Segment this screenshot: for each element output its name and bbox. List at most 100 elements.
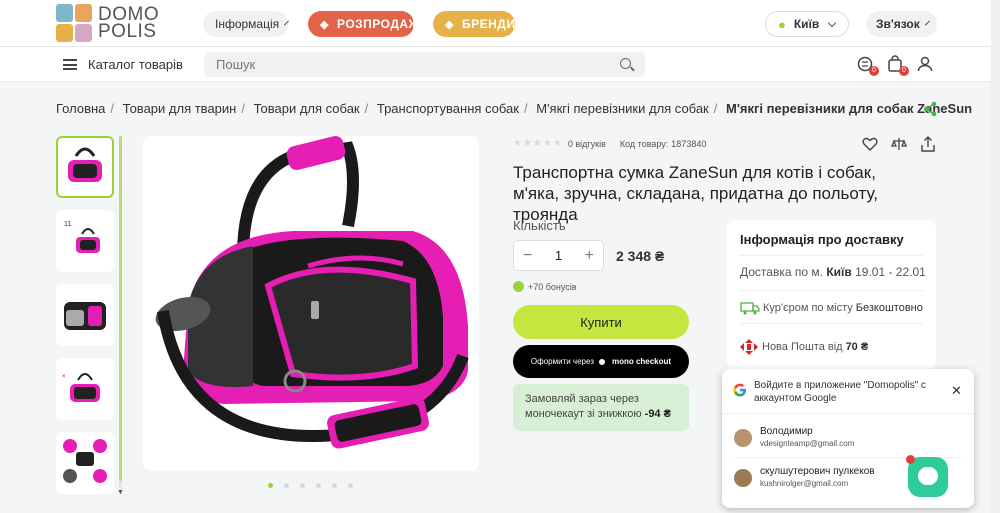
google-popup-text: Войдите в приложение "Domopolis" с аккау… xyxy=(754,380,926,404)
chevron-down-icon xyxy=(924,20,930,25)
nova-poshta-row: Нова Пошта від 70 ₴ xyxy=(740,339,868,355)
promo-text: Замовляй зараз через моночекаут зі знижк… xyxy=(525,393,642,420)
divider xyxy=(740,255,923,256)
thumbnail[interactable] xyxy=(56,284,114,346)
chevron-down-icon xyxy=(828,18,837,27)
avatar xyxy=(734,469,752,487)
divider xyxy=(740,290,923,291)
google-account-item[interactable]: Володимир vdesignteamp@gmail.com xyxy=(722,420,974,458)
account-email: vdesignteamp@gmail.com xyxy=(760,439,855,448)
favorites-count-badge: 0 xyxy=(899,66,909,76)
avatar xyxy=(734,429,752,447)
promo-box: Замовляй зараз через моночекаут зі знижк… xyxy=(513,384,689,431)
top-header: DOMO POLIS Інформація ◈ РОЗПРОДАЖ ◈ БРЕН… xyxy=(0,0,1000,47)
thumbnail[interactable] xyxy=(56,136,114,198)
breadcrumb-home[interactable]: Головна xyxy=(56,101,105,116)
nova-poshta-value: 70 ₴ xyxy=(845,341,869,353)
delivery-city[interactable]: Київ xyxy=(826,265,851,279)
mono-label: mono checkout xyxy=(611,357,672,366)
breadcrumb: Головна / Товари для тварин / Товари для с… xyxy=(56,101,973,116)
thumbnail[interactable]: × xyxy=(56,358,114,420)
page-scrollbar[interactable] xyxy=(991,0,1000,513)
tag-icon: ◈ xyxy=(320,18,329,31)
delivery-city-prefix: Доставка по м. xyxy=(740,265,823,279)
plus-icon[interactable]: + xyxy=(585,247,594,265)
breadcrumb-soft-carriers[interactable]: М'якгі перевізники для собак xyxy=(536,101,709,116)
brands-button[interactable]: ◈ БРЕНДИ xyxy=(433,11,515,37)
bonus-row: +70 бонусів xyxy=(513,281,577,292)
delivery-dates: 19.01 - 22.01 xyxy=(855,265,926,279)
courier-label: Кур'єром по місту xyxy=(763,302,853,314)
mono-cat-icon xyxy=(598,358,605,365)
minus-icon[interactable]: − xyxy=(523,247,532,265)
courier-value: Безкоштовно xyxy=(855,302,923,314)
breadcrumb-pets[interactable]: Товари для тварин xyxy=(123,101,237,116)
compare-count-badge: 0 xyxy=(869,66,879,76)
logo-text: DOMO POLIS xyxy=(98,5,159,42)
compare-button[interactable]: 0 xyxy=(856,55,879,76)
thumbnail-scrollbar-thumb[interactable] xyxy=(119,136,122,481)
breadcrumb-dogs[interactable]: Товари для собак xyxy=(254,101,360,116)
delivery-title: Інформація про доставку xyxy=(740,232,904,247)
logo[interactable]: DOMO POLIS xyxy=(56,4,159,42)
rating-row: ★★★★★ 0 відгуків Код товару: 1873840 xyxy=(513,138,706,149)
contact-menu-button[interactable]: Зв'язок xyxy=(866,11,937,37)
chat-bubble-icon xyxy=(918,467,938,485)
gallery-dot[interactable] xyxy=(300,483,305,488)
account-button[interactable] xyxy=(916,55,936,75)
gallery-dot[interactable] xyxy=(268,483,273,488)
svg-text:11: 11 xyxy=(64,221,71,228)
user-icon xyxy=(917,56,933,72)
quantity-stepper[interactable]: − 1 + xyxy=(513,240,604,271)
account-name: скулшутерович пулкеков xyxy=(760,466,875,477)
delivery-dates-row: Доставка по м. Київ 19.01 - 22.01 xyxy=(740,265,926,279)
search-icon[interactable] xyxy=(620,58,631,69)
share-button[interactable] xyxy=(922,101,938,120)
notification-dot xyxy=(906,455,915,464)
nova-poshta-label: Нова Пошта xyxy=(762,341,825,353)
thumbnail[interactable]: 11 xyxy=(56,210,114,272)
nav-bar: Каталог товарів 0 0 xyxy=(0,47,1000,82)
product-price: 2 348 ₴ xyxy=(616,248,665,264)
chat-button[interactable] xyxy=(908,457,948,497)
city-selector[interactable]: ● Київ xyxy=(765,11,849,37)
logo-line2: POLIS xyxy=(98,21,157,42)
info-menu-label: Інформація xyxy=(215,17,280,31)
favorites-button[interactable]: 0 xyxy=(886,55,909,76)
quantity-value[interactable]: 1 xyxy=(555,248,562,263)
mono-checkout-button[interactable]: Оформити через mono checkout xyxy=(513,345,689,378)
google-icon xyxy=(733,383,746,397)
sale-button[interactable]: ◈ РОЗПРОДАЖ xyxy=(308,11,419,37)
search-input[interactable] xyxy=(204,52,645,77)
breadcrumb-dog-transport[interactable]: Транспортування собак xyxy=(377,101,519,116)
svg-text:×: × xyxy=(62,374,66,380)
quantity-label: Кількість xyxy=(513,218,566,233)
reviews-link[interactable]: 0 відгуків xyxy=(568,139,606,149)
compare-product-button[interactable] xyxy=(891,136,907,152)
gallery-dot[interactable] xyxy=(284,483,289,488)
upload-icon xyxy=(921,136,935,152)
catalog-link[interactable]: Каталог товарів xyxy=(88,57,183,72)
gallery-dot[interactable] xyxy=(348,483,353,488)
info-menu-button[interactable]: Інформація xyxy=(203,11,290,37)
sale-label: РОЗПРОДАЖ xyxy=(336,17,420,31)
thumbnail[interactable] xyxy=(56,432,114,494)
gallery-dot[interactable] xyxy=(332,483,337,488)
product-main-image[interactable] xyxy=(143,136,479,471)
logo-mark-icon xyxy=(56,4,92,42)
brands-label: БРЕНДИ xyxy=(461,17,516,31)
scroll-down-icon[interactable]: ▼ xyxy=(117,489,124,496)
share-product-button[interactable] xyxy=(920,136,936,152)
product-title: Транспортна сумка ZaneSun для котів і со… xyxy=(513,163,878,224)
gallery-dots xyxy=(268,483,353,488)
buy-button[interactable]: Купити xyxy=(513,305,689,339)
close-icon[interactable]: ✕ xyxy=(951,383,962,399)
tag-icon: ◈ xyxy=(445,18,454,31)
product-photo xyxy=(155,136,469,449)
bonus-text: +70 бонусів xyxy=(528,281,577,292)
menu-icon[interactable] xyxy=(63,59,77,70)
rating-stars-icon[interactable]: ★★★★★ xyxy=(513,138,563,149)
courier-row: Кур'єром по місту Безкоштовно xyxy=(740,301,923,315)
favorite-button[interactable] xyxy=(862,136,878,152)
gallery-dot[interactable] xyxy=(316,483,321,488)
